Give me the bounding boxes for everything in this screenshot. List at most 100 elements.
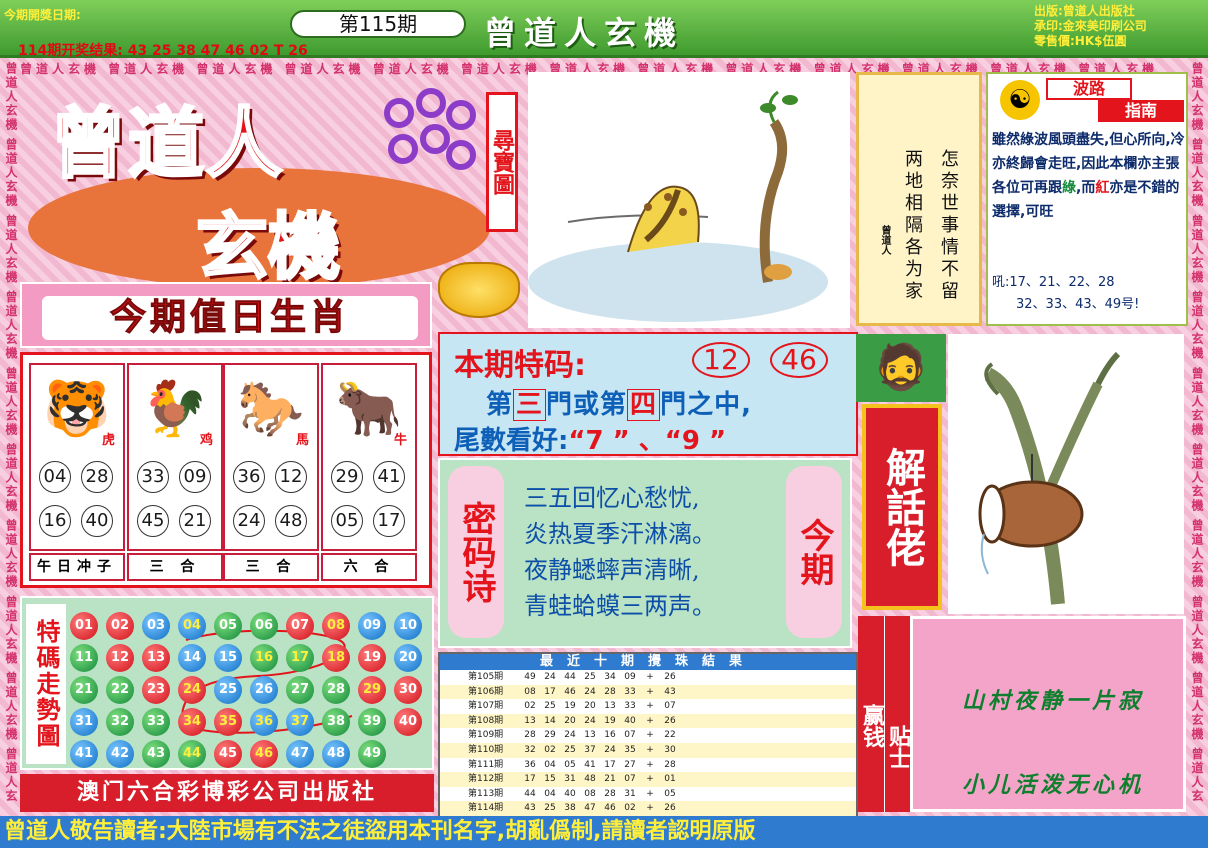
footer-notice: 曾道人敬告讀者:大陸市場有不法之徒盜用本刊名字,胡亂僞制,請讀者認明原版 <box>0 816 1208 848</box>
trend-number-ball: 41 <box>70 740 98 768</box>
results-number: 25 <box>544 803 556 814</box>
trend-number-ball: 08 <box>322 612 350 640</box>
trend-number-ball: 05 <box>214 612 242 640</box>
special-code-title: 本期特码: <box>454 348 586 383</box>
results-row: 第107期 02 25 19 20 13 33 +07 <box>440 699 856 714</box>
results-number: 24 <box>544 672 556 682</box>
results-number: 35 <box>624 744 636 755</box>
trend-number-ball: 06 <box>250 612 278 640</box>
trend-number-ball: 46 <box>250 740 278 768</box>
code-poem-panel: 密码诗 三五回忆心愁忧, 炎热夏季汗淋漓。 夜静蟋蟀声清晰, 青蛙蛤蟆三两声。 … <box>438 458 852 648</box>
zodiac-number-ball: 40 <box>81 505 113 537</box>
results-number: 26 <box>664 803 676 814</box>
trend-number-ball: 23 <box>142 676 170 704</box>
trend-number-ball: 38 <box>322 708 350 736</box>
results-number: 19 <box>604 715 616 726</box>
zodiac-number-ball: 09 <box>179 461 211 493</box>
results-number: 46 <box>604 803 616 814</box>
results-number: 15 <box>544 774 556 785</box>
results-number: 24 <box>584 715 596 726</box>
publisher-banner: 澳门六合彩博彩公司出版社 <box>20 774 434 812</box>
results-row: 第113期 44 04 40 08 28 31 +05 <box>440 786 856 802</box>
results-number: 49 <box>524 672 536 682</box>
previous-results: 114期开奖结果: 43 25 38 47 46 02 T 26 <box>18 43 308 59</box>
results-number: 28 <box>524 730 536 741</box>
winning-tips-label-1: 赢钱 <box>858 616 884 812</box>
results-number: + <box>646 686 654 697</box>
results-number: 44 <box>524 788 536 799</box>
page: 今期開獎日期: 114期开奖结果: 43 25 38 47 46 02 T 26… <box>0 0 1208 848</box>
results-number: 04 <box>544 759 556 770</box>
special-number: 46 <box>770 342 828 378</box>
poem-line: 夜静蟋蟀声清晰, <box>524 556 700 584</box>
recent-results-table: 最近十期攪珠結果 第105期 49 24 44 25 34 09 +26 第106期 08 17 46… <box>438 652 858 816</box>
masthead-title: 曾道人玄機 <box>484 14 685 52</box>
results-number: 02 <box>524 701 536 712</box>
special-tail-line: 尾數看好:“7 ” 、“9 ” <box>454 420 726 457</box>
trend-number-ball: 10 <box>394 612 422 640</box>
zodiac-number-ball: 36 <box>233 461 265 493</box>
results-number: 05 <box>664 788 676 799</box>
results-number: + <box>646 803 654 814</box>
results-number: 13 <box>604 701 616 712</box>
results-number: 05 <box>564 759 576 770</box>
trend-number-ball: 43 <box>142 740 170 768</box>
trend-number-ball: 15 <box>214 644 242 672</box>
ribbon-left: 曾道人玄機 曾道人玄機 曾道人玄機 曾道人玄機 曾道人玄機 曾道人玄機 曾道人玄… <box>4 62 18 804</box>
results-number: 09 <box>624 672 636 682</box>
zodiac-relation-label: 三 合 <box>127 553 223 581</box>
trend-number-ball: 16 <box>250 644 278 672</box>
results-number: 32 <box>524 744 536 755</box>
verse-line: 两地相隔各为家 <box>902 149 923 303</box>
printer-line: 承印:金來美印刷公司 <box>1034 19 1147 33</box>
results-number: 25 <box>544 701 556 712</box>
zodiac-relation-label: 午日冲子 <box>29 553 125 581</box>
trend-number-ball: 14 <box>178 644 206 672</box>
wave-guide-body: 雖然綠波風頭盡失,但心所向,冷亦終歸會走旺,因此本欄亦主張各位可再跟綠,而紅亦是… <box>992 128 1186 224</box>
trend-number-ball: 09 <box>358 612 386 640</box>
trend-number-ball: 02 <box>106 612 134 640</box>
results-period: 第112期 <box>468 774 504 785</box>
price-line: 零售價:HK$伍圓 <box>1034 34 1127 48</box>
trend-number-ball: 25 <box>214 676 242 704</box>
trend-number-ball: 13 <box>142 644 170 672</box>
text-segment: 四 <box>627 389 661 421</box>
text-segment: 門之中, <box>660 390 752 420</box>
trend-number-ball: 36 <box>250 708 278 736</box>
results-number: + <box>646 701 654 712</box>
results-number: 19 <box>564 701 576 712</box>
winning-tip-line: 小儿活泼无心机 <box>961 772 1144 798</box>
zodiac-column: 🐂 牛 29 41 05 17 <box>321 363 417 551</box>
poem-line: 青蛙蛤蟆三两声。 <box>524 592 716 620</box>
results-number: 24 <box>564 730 576 741</box>
zodiac-relation-label: 三 合 <box>223 553 319 581</box>
zodiac-number-ball: 12 <box>275 461 307 493</box>
results-number: 48 <box>584 774 596 785</box>
interpreter-banner: 解話佬 <box>862 404 942 610</box>
results-number: + <box>646 759 654 770</box>
yin-yang-icon: ☯ <box>1000 80 1040 120</box>
trend-number-ball: 45 <box>214 740 242 768</box>
results-number: 25 <box>564 744 576 755</box>
results-number: 40 <box>624 715 636 726</box>
trend-number-ball: 29 <box>358 676 386 704</box>
results-number: 33 <box>624 686 636 697</box>
results-number: 43 <box>524 803 536 814</box>
zodiac-relation-label: 六 合 <box>321 553 417 581</box>
zodiac-number-ball: 45 <box>137 505 169 537</box>
trend-number-ball: 21 <box>70 676 98 704</box>
results-number: 25 <box>584 672 596 682</box>
results-number: 28 <box>604 686 616 697</box>
results-title: 最近十期攪珠結果 <box>440 654 856 670</box>
results-number: + <box>646 672 654 682</box>
results-number: 28 <box>604 788 616 799</box>
results-number: 02 <box>544 744 556 755</box>
trend-number-ball: 34 <box>178 708 206 736</box>
zodiac-animal-name: 虎 <box>101 433 115 448</box>
verse-line: 怎奈世事情不留 <box>938 149 959 303</box>
trend-number-ball: 47 <box>286 740 314 768</box>
results-number: + <box>646 744 654 755</box>
results-number: 31 <box>564 774 576 785</box>
results-number: 07 <box>624 774 636 785</box>
results-number: 20 <box>564 715 576 726</box>
